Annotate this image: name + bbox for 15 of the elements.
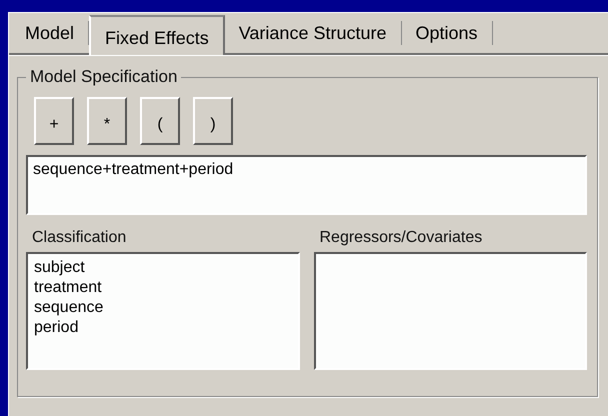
list-item[interactable]: subject <box>34 258 292 278</box>
list-item[interactable]: period <box>34 318 292 338</box>
operator-button[interactable]: ) <box>193 97 233 145</box>
list-item[interactable]: treatment <box>34 278 292 298</box>
classification-list[interactable]: subject treatment sequence period <box>26 252 300 370</box>
tab[interactable]: Fixed Effects <box>89 15 225 55</box>
list-label: Regressors/Covariates <box>320 229 484 247</box>
operator-button[interactable]: ( <box>140 97 180 145</box>
operator-button[interactable]: + <box>34 97 74 145</box>
operator-button[interactable]: * <box>87 97 127 145</box>
list-label: Classification <box>32 229 128 247</box>
regressors-list[interactable] <box>314 252 587 370</box>
list-item[interactable]: sequence <box>34 298 292 318</box>
group-title: Model Specification <box>29 67 178 87</box>
model-field[interactable]: sequence+treatment+period <box>26 155 587 215</box>
